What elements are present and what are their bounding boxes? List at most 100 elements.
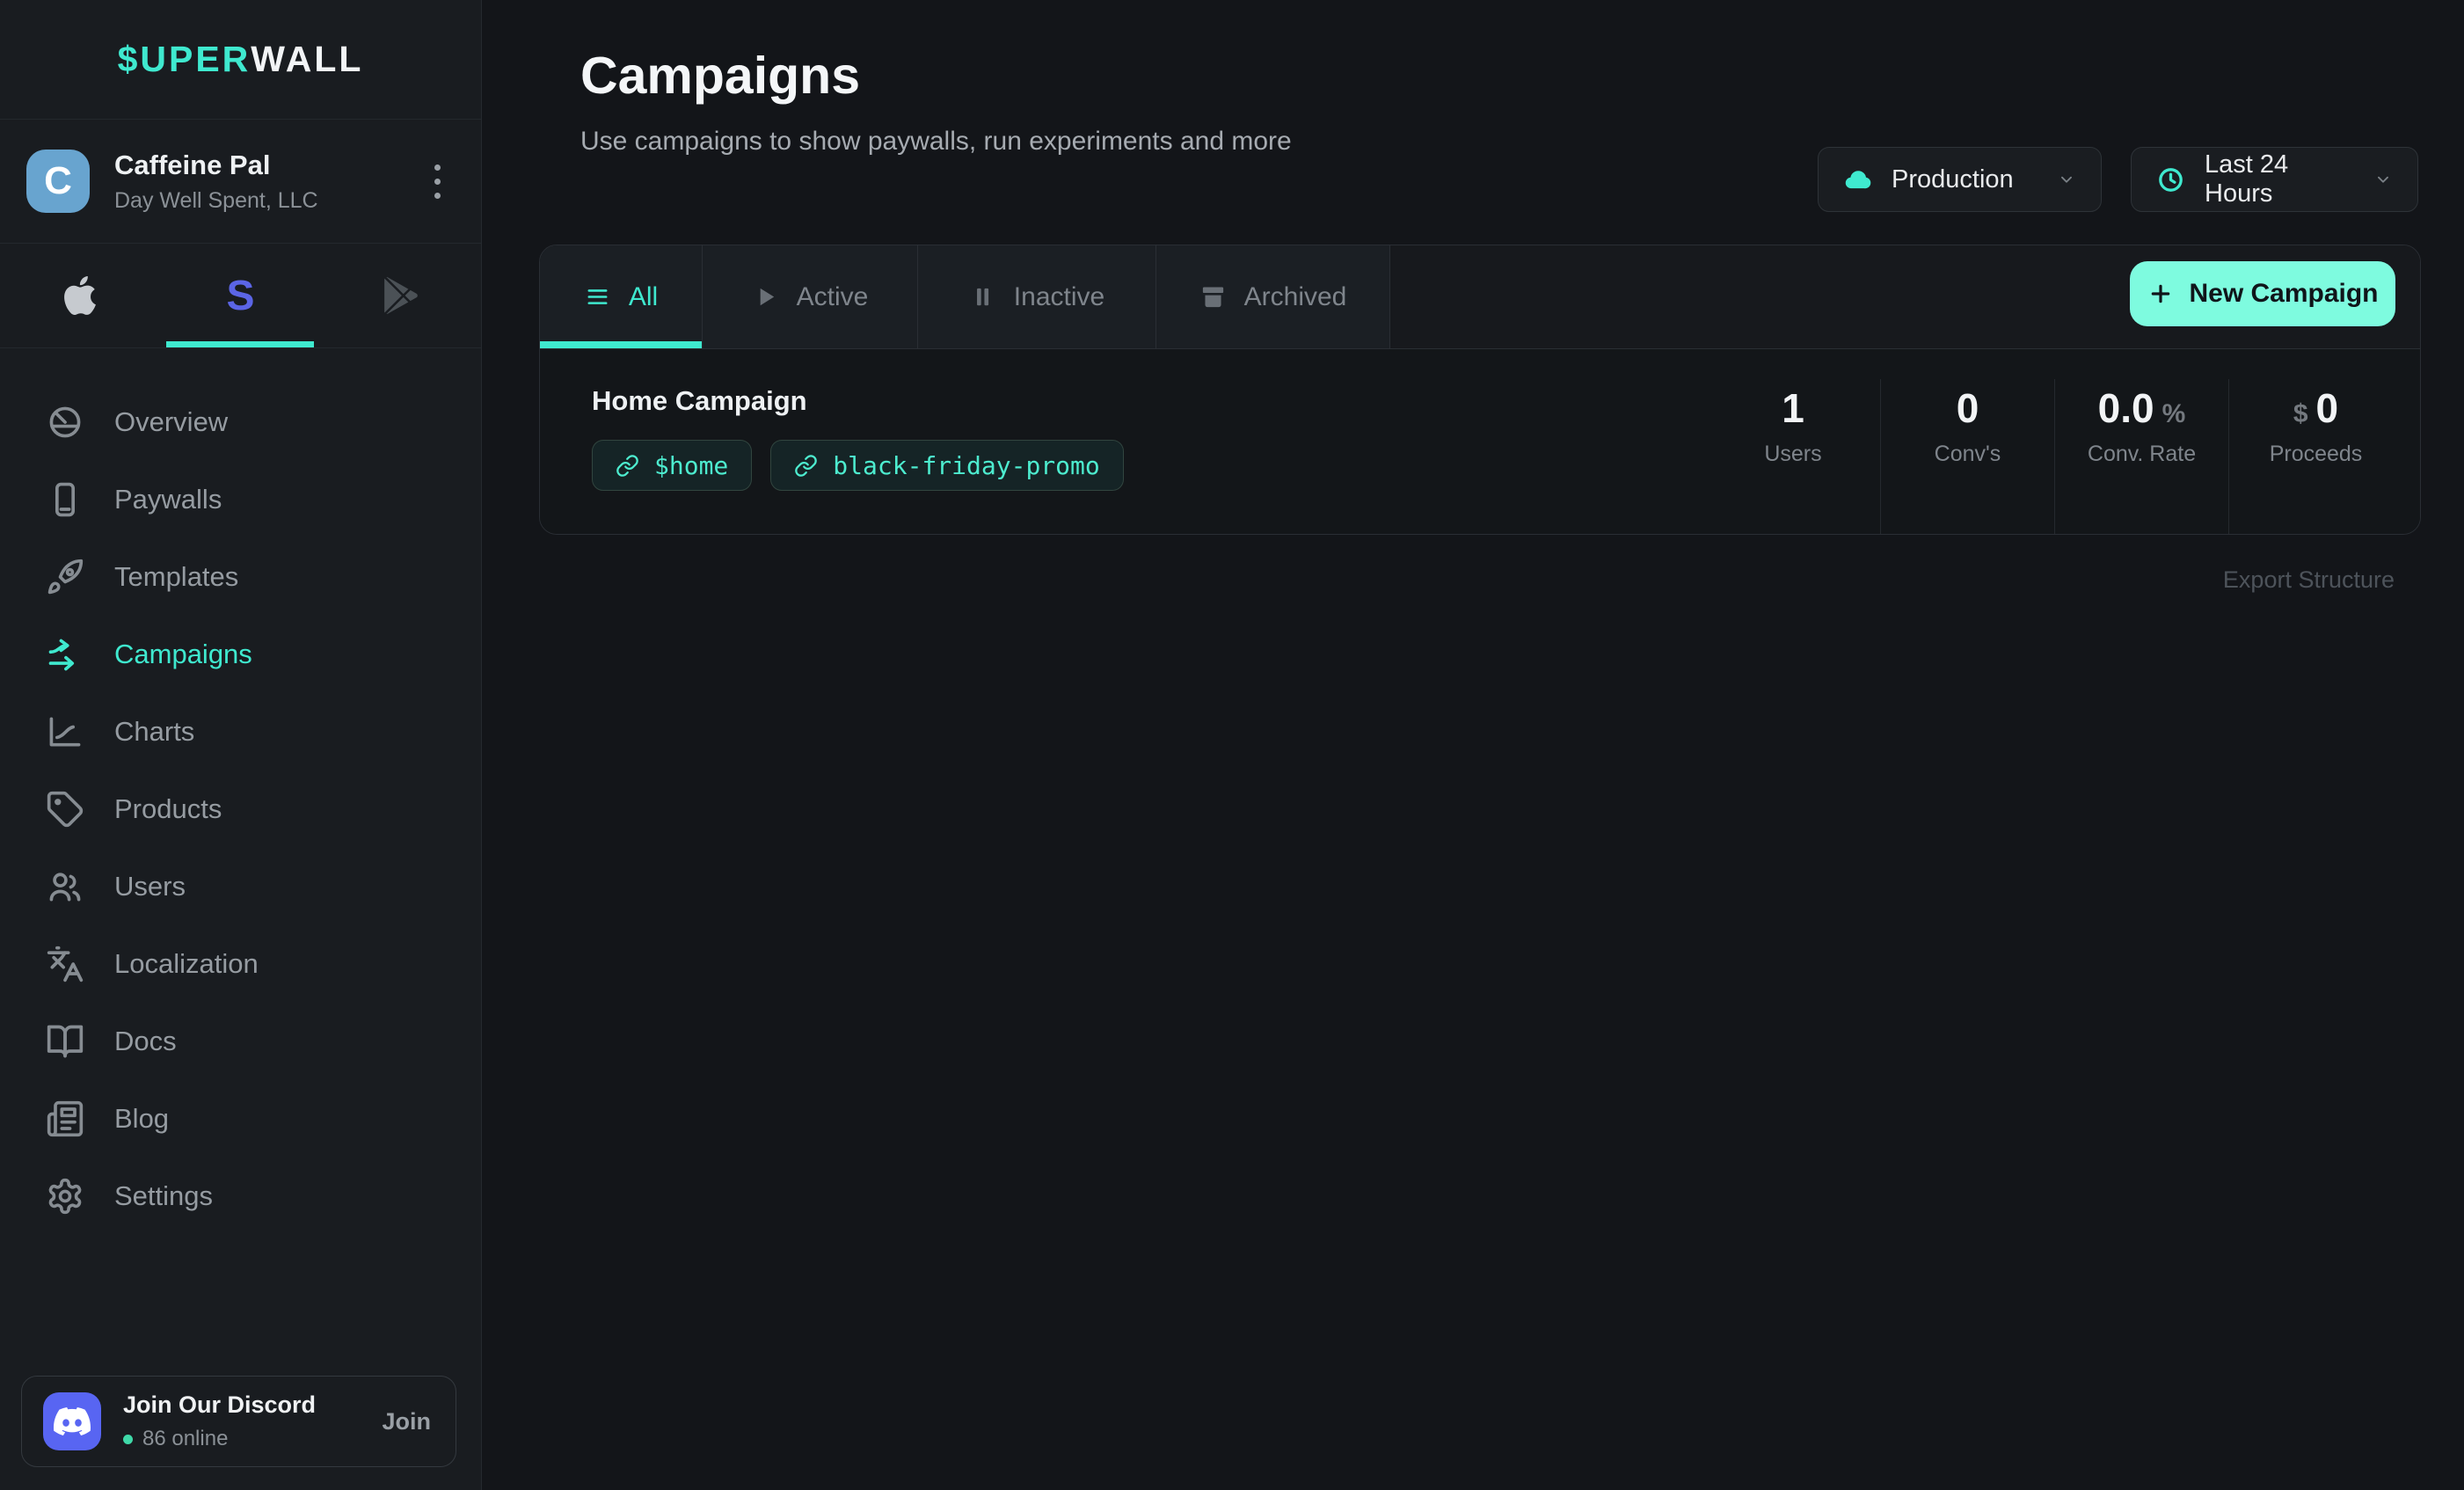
archive-icon <box>1199 283 1227 310</box>
sidebar-nav: Overview Paywalls Templates Campaigns Ch… <box>0 383 481 1235</box>
line-chart-icon <box>46 712 84 751</box>
export-structure-button[interactable]: Export Structure <box>482 566 2395 594</box>
environment-value: Production <box>1892 165 2027 194</box>
discord-meta: Join Our Discord 86 online <box>123 1391 316 1451</box>
plus-icon <box>2147 280 2175 308</box>
sidebar-item-label: Users <box>114 871 186 902</box>
logo-rest-text: WALL <box>251 39 363 80</box>
languages-icon <box>46 945 84 983</box>
sidebar-item-label: Paywalls <box>114 484 222 515</box>
campaign-placements: $home black-friday-promo <box>592 440 1124 491</box>
tab-label: Active <box>797 282 869 312</box>
discord-join-button[interactable]: Join <box>382 1408 431 1435</box>
tab-all[interactable]: All <box>540 245 703 348</box>
link-icon <box>794 454 818 478</box>
time-range-dropdown[interactable]: Last 24 Hours <box>2131 147 2418 212</box>
sidebar-item-paywalls[interactable]: Paywalls <box>0 461 481 538</box>
platform-tab-apple[interactable] <box>0 244 160 347</box>
stat-value: 0 <box>2316 385 2339 431</box>
sidebar-item-label: Templates <box>114 561 238 593</box>
sidebar-item-label: Campaigns <box>114 639 252 670</box>
stat-proceeds: $0 Proceeds <box>2228 379 2402 534</box>
sidebar-item-campaigns[interactable]: Campaigns <box>0 616 481 693</box>
superwall-logo: $UPERWALL <box>0 0 481 120</box>
sidebar-item-docs[interactable]: Docs <box>0 1003 481 1080</box>
sidebar-item-overview[interactable]: Overview <box>0 383 481 461</box>
sidebar-item-localization[interactable]: Localization <box>0 925 481 1003</box>
new-campaign-button[interactable]: New Campaign <box>2130 261 2395 326</box>
online-count: 86 online <box>142 1427 228 1451</box>
chevron-down-icon <box>2373 170 2393 189</box>
pie-chart-icon <box>46 403 84 442</box>
stat-conv-rate: 0.0% Conv. Rate <box>2054 379 2228 534</box>
sidebar-item-label: Docs <box>114 1026 177 1057</box>
newspaper-icon <box>46 1099 84 1138</box>
campaign-stats: 1 Users 0 Conv's 0.0% Conv. Rate $0 Proc… <box>1706 379 2402 534</box>
sidebar-item-blog[interactable]: Blog <box>0 1080 481 1158</box>
campaign-name: Home Campaign <box>592 385 1124 417</box>
placement-label: $home <box>654 451 728 480</box>
sidebar-item-label: Blog <box>114 1103 169 1135</box>
superwall-s-icon: S <box>226 272 254 320</box>
workspace-switcher[interactable]: C Caffeine Pal Day Well Spent, LLC <box>0 120 481 244</box>
chevron-down-icon <box>2057 170 2076 189</box>
sidebar-item-label: Localization <box>114 948 259 980</box>
sidebar-item-charts[interactable]: Charts <box>0 693 481 771</box>
stat-suffix: % <box>2162 399 2186 428</box>
link-icon <box>616 454 639 478</box>
sidebar: $UPERWALL C Caffeine Pal Day Well Spent,… <box>0 0 482 1490</box>
sidebar-item-label: Settings <box>114 1180 213 1212</box>
sidebar-item-users[interactable]: Users <box>0 848 481 925</box>
filters: Production Last 24 Hours <box>1818 147 2418 212</box>
discord-title: Join Our Discord <box>123 1391 316 1419</box>
discord-banner[interactable]: Join Our Discord 86 online Join <box>21 1376 456 1467</box>
placement-chip[interactable]: black-friday-promo <box>770 440 1123 491</box>
app-avatar: C <box>26 150 90 213</box>
campaign-row[interactable]: Home Campaign $home black-friday-promo 1… <box>540 349 2420 534</box>
tab-label: Archived <box>1244 282 1347 312</box>
pause-icon <box>969 283 996 310</box>
tab-label: Inactive <box>1014 282 1104 312</box>
campaigns-card: All Active Inactive Archived New Campaig… <box>539 245 2421 535</box>
discord-online-row: 86 online <box>123 1427 316 1451</box>
rocket-icon <box>46 558 84 596</box>
stat-prefix: $ <box>2293 399 2308 428</box>
list-icon <box>584 283 611 310</box>
discord-icon <box>54 1403 91 1440</box>
stat-label: Conv. Rate <box>2055 442 2228 467</box>
tag-icon <box>46 790 84 829</box>
stat-value: 1 <box>1706 384 1880 432</box>
app-meta: Caffeine Pal Day Well Spent, LLC <box>114 150 318 214</box>
app-name: Caffeine Pal <box>114 150 318 181</box>
stat-value: 0.0 <box>2098 385 2154 431</box>
book-open-icon <box>46 1022 84 1061</box>
smartphone-icon <box>46 480 84 519</box>
discord-logo-badge <box>43 1392 101 1450</box>
platform-tab-google-play[interactable] <box>321 244 481 347</box>
stat-label: Conv's <box>1881 442 2054 467</box>
tab-label: All <box>629 282 658 312</box>
stat-label: Proceeds <box>2229 442 2402 467</box>
kebab-menu-icon[interactable] <box>426 156 449 208</box>
tab-inactive[interactable]: Inactive <box>918 245 1156 348</box>
page-title: Campaigns <box>580 46 2464 106</box>
clock-icon <box>2156 165 2185 194</box>
time-range-value: Last 24 Hours <box>2205 150 2344 208</box>
sidebar-item-label: Overview <box>114 406 228 438</box>
app-company: Day Well Spent, LLC <box>114 188 318 214</box>
new-campaign-label: New Campaign <box>2189 279 2378 309</box>
environment-dropdown[interactable]: Production <box>1818 147 2102 212</box>
split-arrow-icon <box>46 635 84 674</box>
tab-active[interactable]: Active <box>703 245 918 348</box>
tab-archived[interactable]: Archived <box>1156 245 1390 348</box>
sidebar-item-settings[interactable]: Settings <box>0 1158 481 1235</box>
placement-label: black-friday-promo <box>833 451 1099 480</box>
platform-tab-superwall[interactable]: S <box>160 244 320 347</box>
sidebar-item-products[interactable]: Products <box>0 771 481 848</box>
stat-label: Users <box>1706 442 1880 467</box>
users-icon <box>46 867 84 906</box>
campaign-tabs: All Active Inactive Archived New Campaig… <box>540 245 2420 349</box>
placement-chip[interactable]: $home <box>592 440 752 491</box>
sidebar-item-label: Charts <box>114 716 194 748</box>
sidebar-item-templates[interactable]: Templates <box>0 538 481 616</box>
